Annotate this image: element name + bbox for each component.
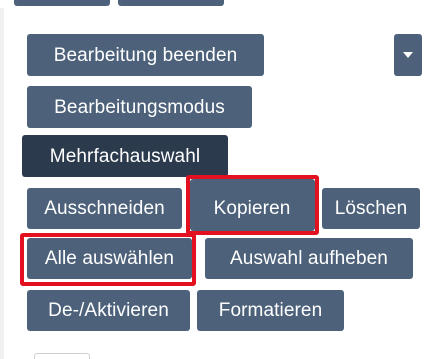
select-all-button[interactable]: Alle auswählen xyxy=(27,238,192,279)
toggle-active-button[interactable]: De-/Aktivieren xyxy=(27,290,190,331)
copy-button-label[interactable]: Kopieren xyxy=(196,188,308,229)
format-button[interactable]: Formatieren xyxy=(197,290,344,331)
deselect-button[interactable]: Auswahl aufheben xyxy=(205,238,413,279)
top-tab-right[interactable] xyxy=(118,0,224,6)
end-edit-button[interactable]: Bearbeitung beenden xyxy=(27,34,264,76)
top-tab-left[interactable] xyxy=(14,0,110,6)
dropdown-toggle-button[interactable] xyxy=(394,34,422,76)
bottom-control-peek[interactable] xyxy=(34,353,90,359)
screenshot-stage: Bearbeitung beenden Bearbeitungsmodus Me… xyxy=(0,0,439,359)
edit-mode-button[interactable]: Bearbeitungsmodus xyxy=(27,86,252,128)
multi-select-button[interactable]: Mehrfachauswahl xyxy=(22,135,228,177)
cut-button[interactable]: Ausschneiden xyxy=(27,188,182,229)
chevron-down-icon xyxy=(403,52,413,58)
delete-button[interactable]: Löschen xyxy=(322,188,420,229)
top-strip xyxy=(0,0,439,8)
